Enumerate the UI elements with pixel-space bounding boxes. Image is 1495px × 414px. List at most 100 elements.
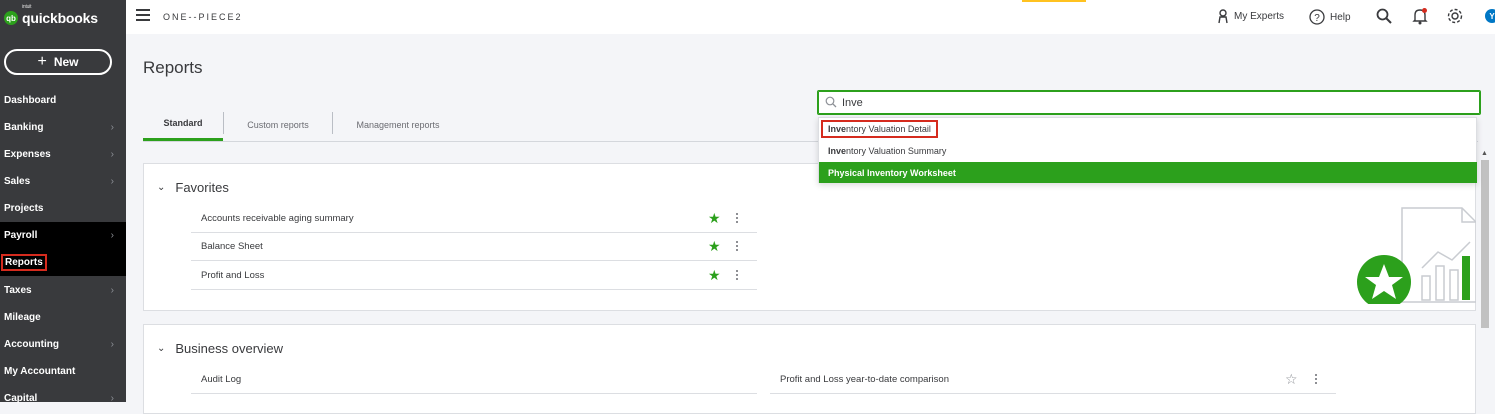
company-name: ONE--PIECE2 (163, 12, 243, 22)
help-label: Help (1330, 11, 1351, 23)
tab-divider (223, 112, 224, 134)
logo-wordmark: quickbooks (22, 10, 98, 26)
sidebar-item-mileage[interactable]: Mileage (0, 304, 126, 331)
tab-label: Management reports (356, 119, 440, 130)
sidebar-item-label: Taxes (4, 285, 32, 296)
sidebar-item-label: Sales (4, 176, 31, 187)
section-title: Business overview (175, 341, 284, 356)
tab-label: Standard (163, 118, 203, 128)
report-link[interactable]: Balance Sheet (201, 241, 263, 252)
top-header: ONE--PIECE2 My Experts ? Help Y (126, 0, 1495, 34)
qb-logo-icon: qb (4, 11, 18, 25)
chevron-right-icon: › (110, 393, 114, 404)
sidebar-item-projects[interactable]: Projects (0, 195, 126, 222)
my-experts-label: My Experts (1234, 11, 1285, 22)
match-text: Inve (828, 123, 847, 134)
sidebar-item-expenses[interactable]: Expenses › (0, 141, 126, 168)
sidebar-item-label: Banking (4, 122, 44, 133)
kebab-icon[interactable] (736, 241, 739, 253)
search-icon[interactable] (1376, 8, 1392, 24)
chevron-right-icon: › (110, 339, 114, 350)
search-icon (825, 96, 837, 108)
gear-icon[interactable] (1446, 7, 1464, 25)
report-row[interactable]: Accounts receivable aging summary ★ (191, 205, 757, 233)
chevron-down-icon: ⌄ (157, 343, 166, 354)
sidebar-item-label: Projects (4, 203, 44, 214)
tab-label: Custom reports (247, 119, 309, 130)
svg-text:?: ? (1314, 13, 1320, 24)
search-result-item[interactable]: Inve ntory Valuation Summary (819, 140, 1477, 161)
sidebar-item-sales[interactable]: Sales › (0, 168, 126, 195)
tab-divider (332, 112, 333, 134)
new-button[interactable]: + New (4, 49, 112, 75)
sidebar-item-taxes[interactable]: Taxes › (0, 277, 126, 304)
report-row[interactable]: Audit Log (191, 366, 757, 394)
rest-text: ntory Valuation Detail (846, 123, 931, 134)
rest-text: ntory Valuation Summary (846, 145, 947, 156)
star-icon[interactable]: ★ (708, 268, 721, 282)
search-result-item-selected[interactable]: Physical Inventory Worksheet (819, 162, 1477, 183)
report-row[interactable]: Profit and Loss year-to-date comparison … (770, 366, 1336, 394)
report-row[interactable]: Profit and Loss ★ (191, 262, 757, 290)
favorites-illustration (1357, 207, 1476, 304)
page-title: Reports (143, 58, 203, 77)
help-button[interactable]: ? Help (1309, 9, 1351, 25)
person-icon (1218, 9, 1228, 24)
top-accent-bar (1022, 0, 1086, 2)
bell-icon[interactable] (1412, 7, 1428, 25)
kebab-icon[interactable] (736, 270, 739, 282)
report-link[interactable]: Profit and Loss (201, 270, 264, 281)
avatar[interactable]: Y (1485, 9, 1495, 23)
page-scrollbar[interactable]: ▲ (1479, 150, 1491, 402)
tab-standard[interactable]: Standard (143, 108, 223, 141)
hamburger-icon[interactable] (136, 9, 150, 21)
search-result-label: Physical Inventory Worksheet (828, 167, 956, 178)
search-result-label: Inventory Valuation Detail (821, 119, 938, 138)
sidebar-item-dashboard[interactable]: Dashboard (0, 87, 126, 114)
report-link[interactable]: Audit Log (201, 374, 241, 385)
report-link[interactable]: Accounts receivable aging summary (201, 213, 354, 224)
tab-custom-reports[interactable]: Custom reports (225, 108, 331, 141)
search-input[interactable] (842, 94, 1462, 111)
chevron-right-icon: › (110, 176, 114, 187)
sidebar-item-label: Accounting (4, 339, 59, 350)
chevron-right-icon: › (110, 230, 114, 241)
sidebar-item-label: Expenses (4, 149, 51, 160)
quickbooks-logo[interactable]: qb intuit quickbooks (4, 4, 98, 30)
sidebar-item-my-accountant[interactable]: My Accountant (0, 358, 126, 385)
left-sidebar: qb intuit quickbooks + New Dashboard Ban… (0, 0, 126, 404)
chevron-right-icon: › (110, 149, 114, 160)
sidebar-item-accounting[interactable]: Accounting › (0, 331, 126, 358)
my-experts-button[interactable]: My Experts (1217, 9, 1284, 24)
sidebar-item-payroll[interactable]: Payroll › (0, 222, 126, 249)
search-result-item[interactable]: Inventory Valuation Detail (819, 118, 1477, 139)
business-overview-header[interactable]: ⌄ Business overview (157, 341, 283, 356)
report-row[interactable]: Balance Sheet ★ (191, 233, 757, 261)
tab-management-reports[interactable]: Management reports (334, 108, 462, 141)
question-circle-icon: ? (1309, 9, 1325, 25)
logo-text: intuit quickbooks (22, 4, 98, 26)
favorites-section: ⌄ Favorites Accounts receivable aging su… (143, 163, 1476, 311)
star-icon[interactable]: ★ (708, 211, 721, 225)
business-overview-section: ⌄ Business overview Audit Log Profit and… (143, 324, 1476, 414)
plus-icon: + (37, 53, 47, 70)
kebab-icon[interactable] (736, 213, 739, 225)
new-button-label: New (53, 55, 79, 69)
sidebar-item-banking[interactable]: Banking › (0, 114, 126, 141)
sidebar-item-label: Mileage (4, 312, 41, 323)
section-title: Favorites (175, 180, 229, 195)
scroll-up-icon[interactable]: ▲ (1481, 150, 1488, 157)
sidebar-item-label: Capital (4, 393, 38, 404)
match-text: Inve (828, 145, 847, 156)
report-search-box[interactable] (817, 90, 1481, 115)
report-link[interactable]: Profit and Loss year-to-date comparison (780, 374, 949, 385)
sidebar-item-capital[interactable]: Capital › (0, 385, 126, 412)
favorites-header[interactable]: ⌄ Favorites (157, 180, 229, 195)
scrollbar-thumb[interactable] (1481, 160, 1489, 328)
star-icon[interactable]: ☆ (1285, 372, 1298, 386)
sidebar-item-reports[interactable]: Reports (0, 249, 126, 276)
kebab-icon[interactable] (1315, 374, 1318, 386)
sidebar-item-label: Reports (1, 254, 47, 271)
sidebar-item-label: My Accountant (4, 366, 76, 377)
star-icon[interactable]: ★ (708, 239, 721, 253)
